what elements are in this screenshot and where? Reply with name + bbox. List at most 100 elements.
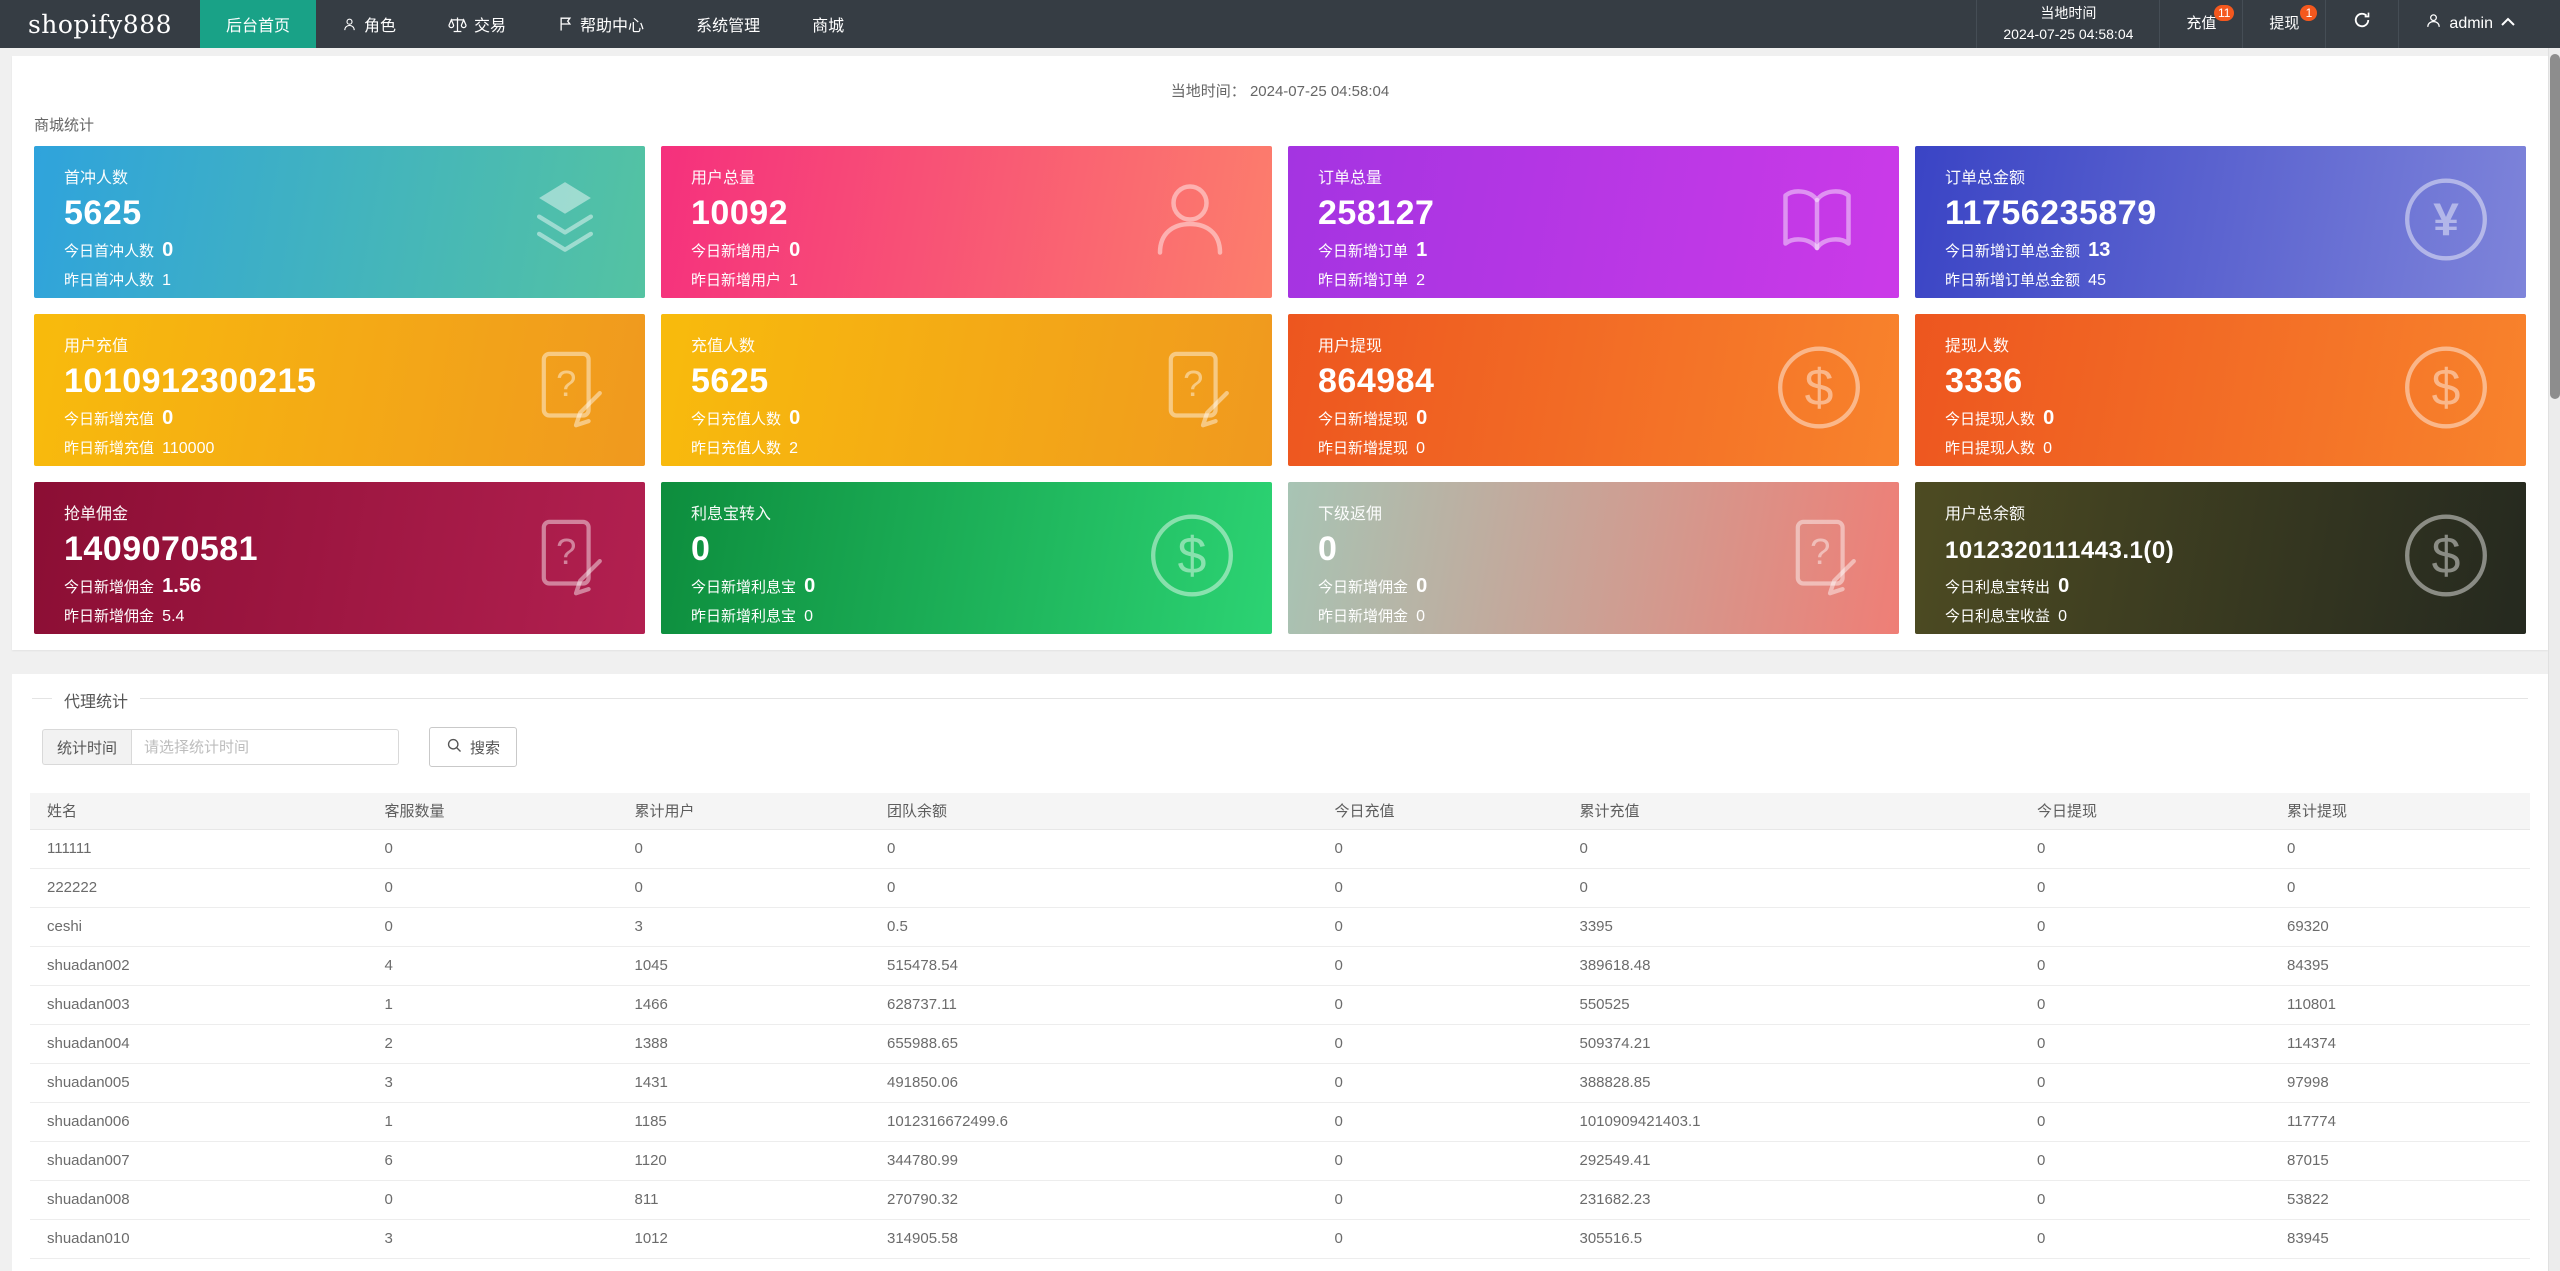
- table-cell: 0: [2270, 868, 2530, 907]
- page-scrollbar[interactable]: [2548, 48, 2560, 1271]
- table-header-cell: 今日提现: [2020, 793, 2270, 829]
- table-cell: shuadan005: [30, 1063, 368, 1102]
- table-cell: 110801: [2270, 985, 2530, 1024]
- table-cell: 87015: [2270, 1141, 2530, 1180]
- table-cell: 222222: [30, 868, 368, 907]
- card-yesterday-line: 昨日新增提现 0: [1318, 437, 1869, 458]
- table-cell: 0: [368, 1258, 618, 1271]
- table-cell: 0: [2270, 829, 2530, 868]
- table-row: shuadan0110412158222.260143290.05030672: [30, 1258, 2530, 1271]
- table-row: shuadan00761120344780.990292549.41087015: [30, 1141, 2530, 1180]
- search-button[interactable]: 搜索: [429, 727, 517, 767]
- table-cell: 97998: [2270, 1063, 2530, 1102]
- table-cell: 0: [2020, 985, 2270, 1024]
- table-cell: shuadan011: [30, 1258, 368, 1271]
- table-cell: 0: [618, 829, 871, 868]
- menu-item-3[interactable]: 帮助中心: [532, 0, 670, 48]
- username: admin: [2449, 12, 2493, 36]
- svg-text:?: ?: [1810, 531, 1830, 572]
- menu-item-4[interactable]: 系统管理: [670, 0, 786, 48]
- table-cell: 0: [870, 868, 1318, 907]
- table-cell: shuadan008: [30, 1180, 368, 1219]
- table-cell: 0: [1563, 829, 2021, 868]
- agent-filter-row: 统计时间 搜索: [30, 727, 2530, 767]
- card-yesterday-line: 昨日首冲人数 1: [64, 269, 615, 290]
- table-cell: 0.5: [870, 907, 1318, 946]
- refresh-button[interactable]: [2325, 0, 2398, 48]
- table-cell: 1: [368, 985, 618, 1024]
- table-cell: 30672: [2270, 1258, 2530, 1271]
- menu-item-5[interactable]: 商城: [786, 0, 870, 48]
- scales-icon: [448, 16, 467, 33]
- table-cell: 83945: [2270, 1219, 2530, 1258]
- withdraw-badge: 1: [2300, 5, 2317, 21]
- table-cell: 2: [368, 1024, 618, 1063]
- stat-card: 利息宝转入 0 今日新增利息宝 0 昨日新增利息宝 0 $: [661, 482, 1272, 634]
- table-cell: 3: [368, 1219, 618, 1258]
- search-icon: [446, 737, 463, 758]
- current-time-value: 2024-07-25 04:58:04: [1250, 83, 1389, 100]
- table-cell: 3: [618, 907, 871, 946]
- table-cell: 1010909421403.1: [1563, 1102, 2021, 1141]
- menu-item-label: 交易: [474, 12, 506, 36]
- dollar-icon: $: [1146, 510, 1238, 607]
- table-cell: 0: [1318, 868, 1563, 907]
- user-menu[interactable]: admin: [2398, 0, 2542, 48]
- table-header-cell: 团队余额: [870, 793, 1318, 829]
- table-cell: 1: [368, 1102, 618, 1141]
- recharge-nav-button[interactable]: 充值 11: [2159, 0, 2242, 48]
- menu-item-label: 角色: [364, 12, 396, 36]
- table-cell: 1120: [618, 1141, 871, 1180]
- withdraw-nav-button[interactable]: 提现 1: [2242, 0, 2325, 48]
- table-header-cell: 客服数量: [368, 793, 618, 829]
- stat-card: 充值人数 5625 今日充值人数 0 昨日充值人数 2 ?: [661, 314, 1272, 466]
- user-icon: [1142, 172, 1238, 273]
- table-cell: 0: [2020, 1219, 2270, 1258]
- svg-text:$: $: [1805, 358, 1834, 416]
- agent-table-body: 11111100000002222220000000ceshi030.50339…: [30, 829, 2530, 1271]
- stats-cards: 首冲人数 5625 今日首冲人数 0 昨日首冲人数 1 用户总量 10092 今…: [34, 146, 2526, 634]
- order-icon: ?: [527, 342, 611, 439]
- menu-item-0[interactable]: 后台首页: [200, 0, 316, 48]
- table-cell: 389618.48: [1563, 946, 2021, 985]
- scrollbar-thumb[interactable]: [2550, 54, 2560, 399]
- table-cell: 412: [618, 1258, 871, 1271]
- current-time-row: 当地时间： 2024-07-25 04:58:04: [34, 80, 2526, 102]
- table-cell: 114374: [2270, 1024, 2530, 1063]
- stat-time-input[interactable]: [131, 729, 399, 765]
- menu-item-2[interactable]: 交易: [422, 0, 532, 48]
- table-cell: shuadan003: [30, 985, 368, 1024]
- current-time-label: 当地时间：: [1171, 83, 1246, 100]
- table-cell: 0: [1318, 907, 1563, 946]
- stat-card: 抢单佣金 1409070581 今日新增佣金 1.56 昨日新增佣金 5.4 ?: [34, 482, 645, 634]
- table-cell: 270790.32: [870, 1180, 1318, 1219]
- book-icon: [1769, 172, 1865, 273]
- card-yesterday-line: 今日利息宝收益 0: [1945, 605, 2496, 626]
- menu-item-label: 系统管理: [696, 12, 760, 36]
- table-cell: 0: [2020, 946, 2270, 985]
- agent-table: 姓名客服数量累计用户团队余额今日充值累计充值今日提现累计提现 111111000…: [30, 793, 2530, 1271]
- order-icon: ?: [527, 510, 611, 607]
- table-cell: 0: [368, 829, 618, 868]
- table-row: 1111110000000: [30, 829, 2530, 868]
- stat-card: 用户总量 10092 今日新增用户 0 昨日新增用户 1: [661, 146, 1272, 298]
- stat-card: 用户总余额 1012320111443.1(0) 今日利息宝转出 0 今日利息宝…: [1915, 482, 2526, 634]
- table-cell: 0: [2020, 1102, 2270, 1141]
- table-row: ceshi030.503395069320: [30, 907, 2530, 946]
- table-cell: 811: [618, 1180, 871, 1219]
- table-cell: 0: [1318, 1024, 1563, 1063]
- card-yesterday-line: 昨日新增利息宝 0: [691, 605, 1242, 626]
- table-cell: 0: [368, 868, 618, 907]
- dollar-icon: $: [1773, 342, 1865, 439]
- table-cell: 84395: [2270, 946, 2530, 985]
- stats-section-title: 商城统计: [34, 114, 2526, 134]
- top-navbar: shopify888 后台首页角色交易帮助中心系统管理商城 当地时间 2024-…: [0, 0, 2560, 48]
- table-cell: 0: [870, 829, 1318, 868]
- card-yesterday-line: 昨日新增充值 110000: [64, 437, 615, 458]
- menu-item-1[interactable]: 角色: [316, 0, 422, 48]
- table-cell: 628737.11: [870, 985, 1318, 1024]
- table-header-cell: 今日充值: [1318, 793, 1563, 829]
- svg-text:?: ?: [1183, 363, 1203, 404]
- card-yesterday-line: 昨日新增订单总金额 45: [1945, 269, 2496, 290]
- table-cell: 4: [368, 946, 618, 985]
